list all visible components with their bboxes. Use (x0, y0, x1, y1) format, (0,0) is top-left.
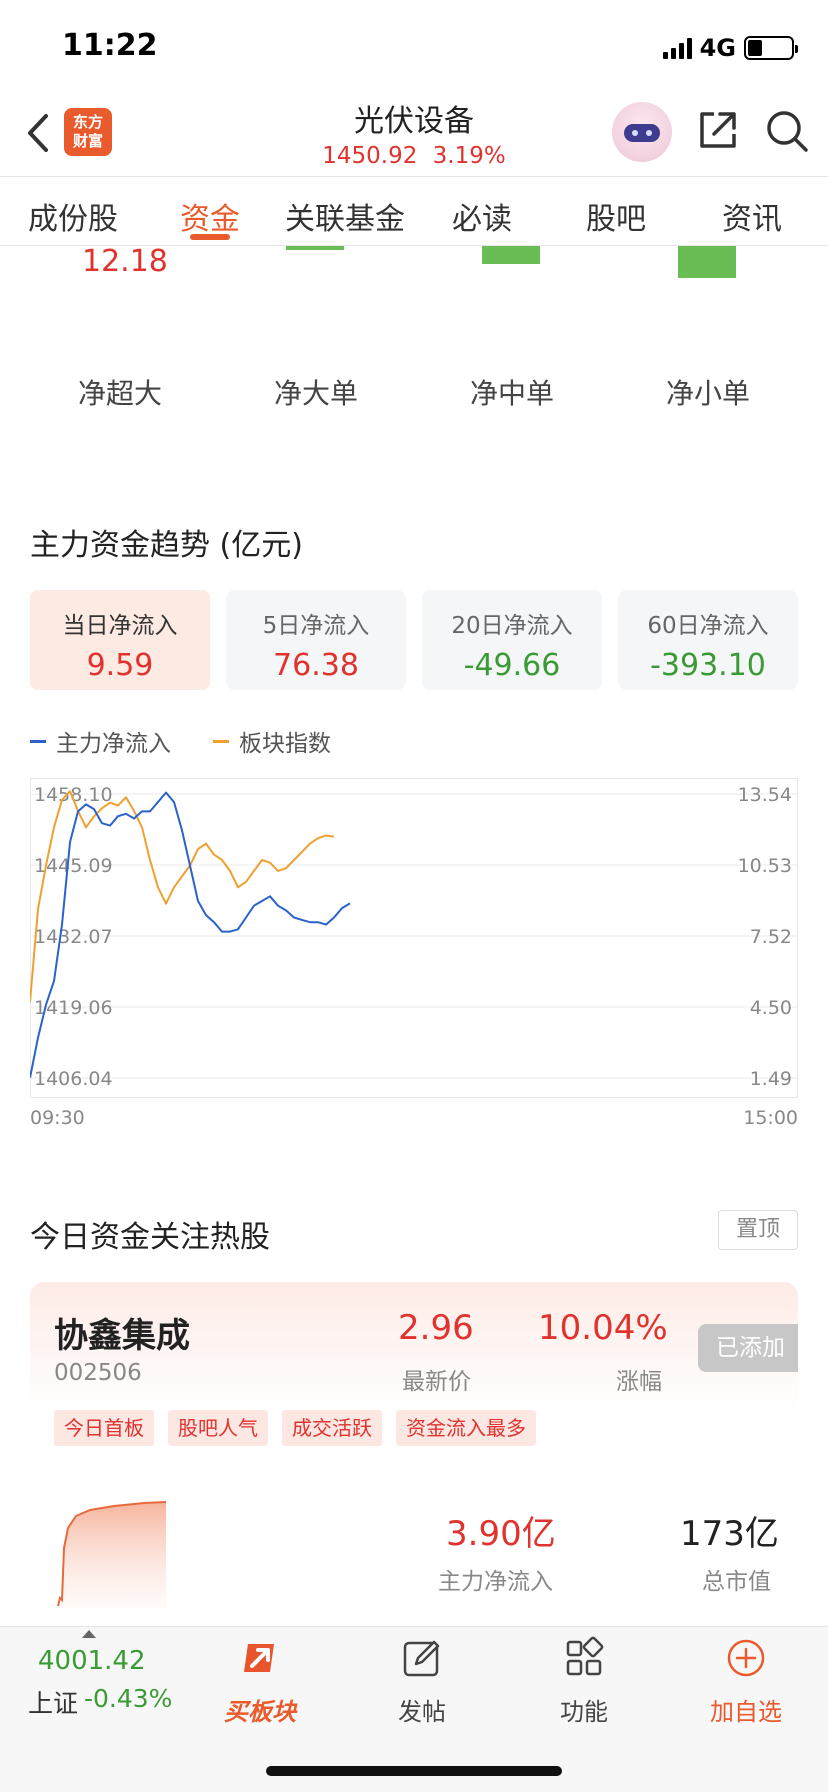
stock-mini-chart (57, 1501, 167, 1608)
card-60day-inflow[interactable]: 60日净流入 -393.10 (618, 590, 798, 690)
medium-order-bar (482, 246, 540, 264)
y-right-tick: 1.49 (750, 1068, 792, 1090)
stock-tag: 资金流入最多 (396, 1410, 536, 1446)
status-indicators: 4G (662, 34, 798, 62)
super-large-net-value: 12.18 (82, 244, 168, 279)
add-circle-icon (727, 1639, 765, 1677)
header-divider (0, 176, 828, 177)
stock-market-cap: 173亿 (680, 1514, 779, 1554)
sector-price: 1450.92 (322, 143, 418, 169)
chart-legend: 主力净流入 板块指数 (30, 724, 373, 758)
stock-tag: 股吧人气 (168, 1410, 268, 1446)
added-watchlist-button[interactable]: 已添加 (698, 1324, 798, 1372)
nav-buy-sector[interactable]: 买板块 (200, 1636, 320, 1727)
sector-change: 3.19% (432, 143, 506, 169)
small-order-bar (678, 246, 736, 278)
stock-name[interactable]: 协鑫集成 (54, 1308, 190, 1357)
y-right-tick: 13.54 (738, 784, 792, 806)
y-right-tick: 7.52 (750, 926, 792, 948)
fund-trend-chart[interactable]: 1458.10 13.541445.09 10.531432.07 7.521419.… (30, 778, 798, 1098)
stock-price-label: 最新价 (402, 1369, 471, 1395)
flow-label-super-large: 净超大 (78, 377, 163, 410)
chart-frame (30, 778, 798, 1098)
nav-functions[interactable]: 功能 (524, 1636, 644, 1727)
grid-functions-icon (566, 1636, 604, 1676)
y-left-tick: 1458.10 (34, 784, 113, 806)
buy-sector-icon (244, 1644, 274, 1672)
index-value[interactable]: 4001.42 (38, 1646, 146, 1676)
hot-stocks-title: 今日资金关注热股 (30, 1220, 270, 1255)
assistant-robot-icon[interactable] (612, 102, 672, 162)
legend-main-inflow: 主力净流入 (30, 724, 171, 758)
home-indicator (266, 1766, 562, 1776)
tab-forum[interactable]: 股吧 (586, 194, 646, 238)
stock-main-inflow-label: 主力净流入 (438, 1569, 553, 1595)
card-today-inflow[interactable]: 当日净流入 9.59 (30, 590, 210, 690)
stock-tag: 成交活跃 (282, 1410, 382, 1446)
y-left-tick: 1432.07 (34, 926, 113, 948)
x-axis-end: 15:00 (743, 1107, 798, 1129)
stock-main-inflow: 3.90亿 (446, 1514, 556, 1554)
stock-tag: 今日首板 (54, 1410, 154, 1446)
tab-news[interactable]: 资讯 (722, 194, 782, 238)
share-icon[interactable] (696, 108, 740, 152)
tab-must-read[interactable]: 必读 (452, 194, 512, 238)
battery-icon (744, 36, 798, 60)
status-time: 11:22 (62, 28, 158, 63)
y-right-tick: 4.50 (750, 997, 792, 1019)
caret-up-icon[interactable] (82, 1630, 96, 1638)
index-change[interactable]: -0.43% (84, 1684, 172, 1713)
stock-change-label: 涨幅 (616, 1369, 662, 1395)
y-left-tick: 1406.04 (34, 1068, 113, 1090)
pin-to-top-button[interactable]: 置顶 (718, 1210, 798, 1250)
tab-active-indicator (190, 234, 230, 240)
index-name[interactable]: 上证 (28, 1684, 78, 1720)
large-order-bar (286, 246, 344, 250)
stock-code: 002506 (54, 1360, 142, 1386)
x-axis-start: 09:30 (30, 1107, 85, 1129)
legend-sector-index: 板块指数 (213, 724, 331, 758)
trend-section-title: 主力资金趋势 (亿元) (30, 528, 303, 563)
tab-related-funds[interactable]: 关联基金 (285, 194, 405, 238)
y-right-tick: 10.53 (738, 855, 792, 877)
nav-add-watchlist[interactable]: 加自选 (686, 1636, 806, 1727)
stock-price: 2.96 (398, 1308, 474, 1348)
card-5day-inflow[interactable]: 5日净流入 76.38 (226, 590, 406, 690)
nav-post[interactable]: 发帖 (362, 1636, 482, 1727)
tab-components[interactable]: 成份股 (28, 194, 118, 238)
card-20day-inflow[interactable]: 20日净流入 -49.66 (422, 590, 602, 690)
flow-label-small: 净小单 (666, 377, 751, 410)
flow-label-large: 净大单 (274, 377, 359, 410)
signal-icon (662, 37, 692, 59)
edit-post-icon (403, 1640, 440, 1677)
stock-change: 10.04% (538, 1308, 668, 1348)
search-icon[interactable] (764, 108, 810, 154)
tab-funds[interactable]: 资金 (180, 194, 240, 238)
stock-market-cap-label: 总市值 (702, 1569, 771, 1595)
network-type: 4G (699, 34, 736, 62)
flow-label-medium: 净中单 (470, 377, 555, 410)
